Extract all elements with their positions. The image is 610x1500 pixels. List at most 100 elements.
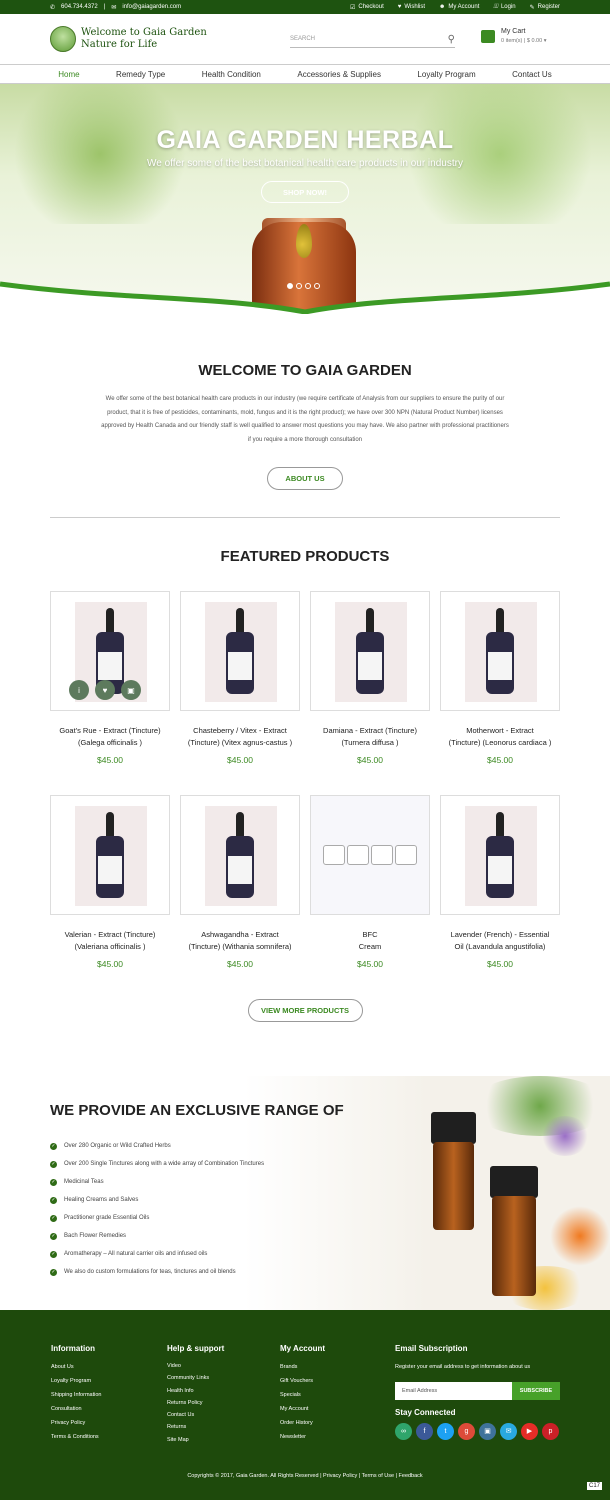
footer-link[interactable]: Order History: [280, 1416, 325, 1430]
footer-link[interactable]: Returns Policy: [167, 1397, 224, 1409]
cream-jars-image: [322, 845, 418, 865]
product-name-latin[interactable]: (Turnera diffusa ): [310, 737, 430, 749]
nav-item-contact[interactable]: Contact Us: [512, 70, 552, 79]
footer-link[interactable]: About Us: [51, 1360, 101, 1374]
phone-number[interactable]: 604.734.4372: [61, 4, 98, 10]
product-card[interactable]: BFC Cream $45.00: [310, 795, 430, 969]
footer-link[interactable]: Community Links: [167, 1372, 224, 1384]
product-card[interactable]: Ashwagandha - Extract (Tincture) (Withani…: [180, 795, 300, 969]
product-card[interactable]: Damiana - Extract (Tincture) (Turnera dif…: [310, 591, 430, 765]
range-title: WE PROVIDE AN EXCLUSIVE RANGE OF: [50, 1102, 344, 1119]
hero-title: GAIA GARDEN HERBAL: [156, 126, 454, 154]
email-field[interactable]: Email Address: [395, 1382, 512, 1400]
product-card[interactable]: Chasteberry / Vitex - Extract (Tincture) …: [180, 591, 300, 765]
twitter-icon[interactable]: t: [437, 1423, 454, 1440]
product-card[interactable]: Valerian - Extract (Tincture) (Valeriana …: [50, 795, 170, 969]
essential-oil-bottle-image: [486, 812, 514, 898]
footer-link[interactable]: Loyalty Program: [51, 1374, 101, 1388]
email-link[interactable]: info@gaiagarden.com: [122, 4, 181, 10]
footer-link[interactable]: Specials: [280, 1388, 325, 1402]
my-account-link[interactable]: ☻ My Account: [439, 4, 479, 10]
product-image[interactable]: [440, 795, 560, 915]
footer-link[interactable]: Consultation: [51, 1402, 101, 1416]
product-name-latin[interactable]: (Tincture) (Vitex agnus-castus ): [180, 737, 300, 749]
product-name-latin[interactable]: (Valeriana officinalis ): [50, 941, 170, 953]
user-icon: ☻: [439, 4, 446, 10]
login-link[interactable]: ⚿ Login: [493, 4, 515, 11]
product-name-latin[interactable]: (Galega officinalis ): [50, 737, 170, 749]
footer-link[interactable]: Health Info: [167, 1385, 224, 1397]
email-icon[interactable]: ✉: [500, 1423, 517, 1440]
check-icon: ✓: [50, 1214, 57, 1222]
footer-link[interactable]: Terms & Conditions: [51, 1430, 101, 1444]
cart-icon: [481, 30, 495, 43]
product-name[interactable]: Lavender (French) - Essential: [440, 929, 560, 941]
cart-widget[interactable]: My Cart 0 item(s) | $ 0.00 ▾: [481, 28, 546, 44]
product-name[interactable]: Damiana - Extract (Tincture): [310, 725, 430, 737]
product-name[interactable]: Motherwort - Extract: [440, 725, 560, 737]
wishlist-heart-icon[interactable]: ♥: [95, 680, 115, 700]
product-name[interactable]: Valerian - Extract (Tincture): [50, 929, 170, 941]
product-card[interactable]: i ♥ ▣ Goat's Rue - Extract (Tincture) (Ga…: [50, 591, 170, 765]
footer-link[interactable]: My Account: [280, 1402, 325, 1416]
footer-account: My Account Brands Gift Vouchers Specials…: [280, 1344, 325, 1444]
product-name[interactable]: Goat's Rue - Extract (Tincture): [50, 725, 170, 737]
product-image[interactable]: [310, 591, 430, 711]
footer-link[interactable]: Brands: [280, 1360, 325, 1374]
facebook-icon[interactable]: f: [416, 1423, 433, 1440]
site-logo[interactable]: Welcome to Gaia Garden Nature for Life: [50, 26, 207, 52]
product-image[interactable]: i ♥ ▣: [50, 591, 170, 711]
footer-link[interactable]: Newsletter: [280, 1430, 325, 1444]
search-input[interactable]: SEARCH ⚲: [290, 31, 455, 48]
subscribe-button[interactable]: SUBSCRIBE: [512, 1382, 560, 1400]
product-image[interactable]: [50, 795, 170, 915]
nav-item-home[interactable]: Home: [58, 70, 79, 79]
product-name[interactable]: BFC: [310, 929, 430, 941]
product-image[interactable]: [180, 591, 300, 711]
nav-item-loyalty[interactable]: Loyalty Program: [417, 70, 475, 79]
shop-now-button[interactable]: SHOP NOW!: [261, 181, 349, 203]
product-name-latin[interactable]: Cream: [310, 941, 430, 953]
nav-item-accessories[interactable]: Accessories & Supplies: [297, 70, 381, 79]
about-us-button[interactable]: ABOUT US: [267, 467, 343, 490]
nav-item-health-condition[interactable]: Health Condition: [202, 70, 261, 79]
footer-link[interactable]: Gift Vouchers: [280, 1374, 325, 1388]
main-nav: Home Remedy Type Health Condition Access…: [0, 64, 610, 84]
search-icon[interactable]: ⚲: [448, 34, 455, 45]
footer-link[interactable]: Video: [167, 1360, 224, 1372]
product-name-latin[interactable]: Oil (Lavandula angustifolia): [440, 941, 560, 953]
register-link[interactable]: ✎ Register: [530, 4, 560, 11]
check-icon: ✓: [50, 1178, 57, 1186]
footer-link[interactable]: Site Map: [167, 1434, 224, 1446]
product-name[interactable]: Ashwagandha - Extract: [180, 929, 300, 941]
exclusive-range-section: WE PROVIDE AN EXCLUSIVE RANGE OF ✓ Over 2…: [0, 1076, 610, 1310]
wishlist-link[interactable]: ♥ Wishlist: [398, 4, 425, 10]
youtube-icon[interactable]: ▶: [521, 1423, 538, 1440]
product-image[interactable]: [440, 591, 560, 711]
mail-icon: ✉: [111, 4, 117, 11]
checkout-link[interactable]: ☑ Checkout: [350, 4, 384, 11]
product-name-latin[interactable]: (Tincture) (Leonorus cardiaca ): [440, 737, 560, 749]
instagram-icon[interactable]: ▣: [479, 1423, 496, 1440]
view-more-products-button[interactable]: VIEW MORE PRODUCTS: [247, 999, 363, 1022]
footer-link[interactable]: Contact Us: [167, 1409, 224, 1421]
product-card[interactable]: Motherwort - Extract (Tincture) (Leonorus…: [440, 591, 560, 765]
info-icon[interactable]: i: [69, 680, 89, 700]
add-to-cart-icon[interactable]: ▣: [121, 680, 141, 700]
product-image[interactable]: [180, 795, 300, 915]
google-plus-icon[interactable]: g: [458, 1423, 475, 1440]
check-icon: ✓: [50, 1250, 57, 1258]
pinterest-icon[interactable]: p: [542, 1423, 559, 1440]
product-name[interactable]: Chasteberry / Vitex - Extract: [180, 725, 300, 737]
product-price: $45.00: [487, 959, 513, 969]
footer-link[interactable]: Returns: [167, 1421, 224, 1433]
check-icon: ✓: [50, 1160, 57, 1168]
tree-logo-icon: [50, 26, 76, 52]
footer-link[interactable]: Shipping Information: [51, 1388, 101, 1402]
product-name-latin[interactable]: (Tincture) (Withania somnifera): [180, 941, 300, 953]
product-image[interactable]: [310, 795, 430, 915]
link-icon[interactable]: ∞: [395, 1423, 412, 1440]
footer-link[interactable]: Privacy Policy: [51, 1416, 101, 1430]
nav-item-remedy-type[interactable]: Remedy Type: [116, 70, 165, 79]
product-card[interactable]: Lavender (French) - Essential Oil (Lavand…: [440, 795, 560, 969]
